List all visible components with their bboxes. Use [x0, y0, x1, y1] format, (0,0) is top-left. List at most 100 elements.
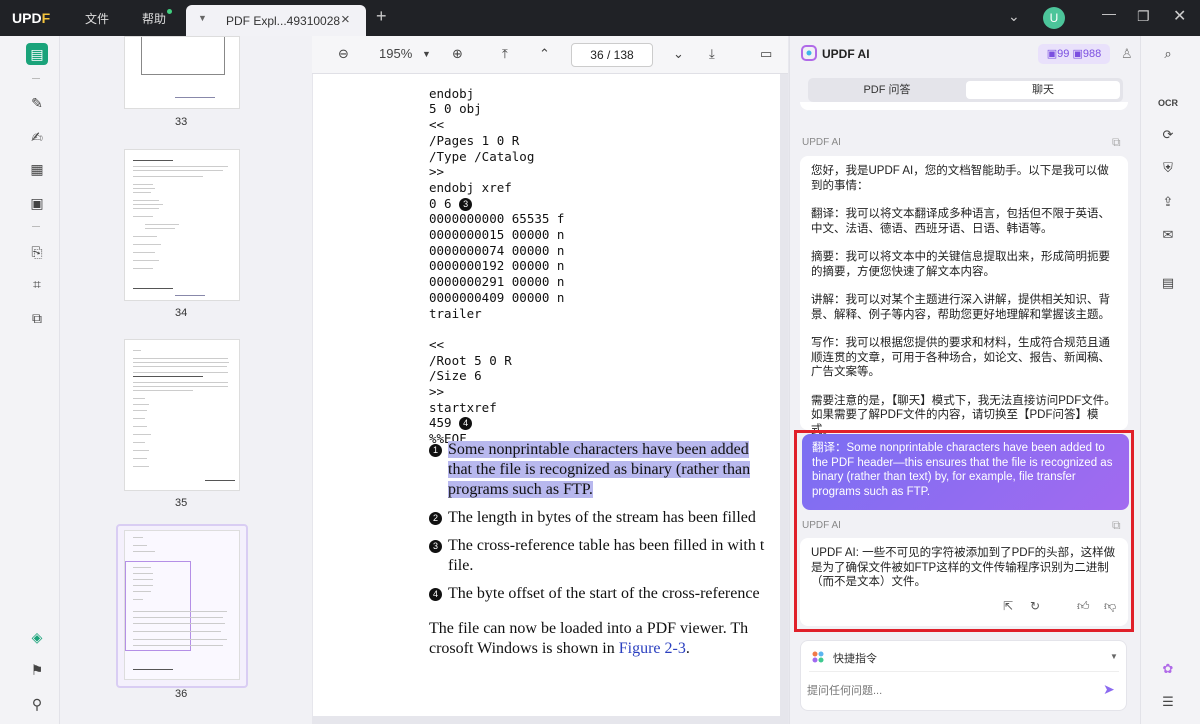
close-tab-icon[interactable]: ×: [341, 11, 350, 28]
page-thumbnail[interactable]: [124, 149, 240, 301]
code-line: endobj xref: [429, 179, 512, 195]
code-line: /Root 5 0 R: [429, 352, 512, 368]
new-tab-icon[interactable]: +: [376, 6, 387, 27]
notification-dot: [167, 9, 172, 14]
zoom-out-icon[interactable]: ⊖: [338, 46, 349, 62]
body-line[interactable]: Some nonprintable characters have been a…: [448, 440, 749, 460]
previous-message-edge: [800, 102, 1128, 110]
figure-link[interactable]: Figure 2-3: [619, 640, 686, 657]
body-line[interactable]: programs such as FTP.: [448, 480, 593, 500]
body-line[interactable]: that the file is recognized as binary (r…: [448, 460, 751, 480]
list-number-2: 2: [429, 508, 442, 528]
restore-icon[interactable]: ❐: [1137, 8, 1150, 25]
code-line: /Pages 1 0 R: [429, 132, 520, 148]
code-line: <<: [429, 117, 445, 133]
body-line: The cross-reference table has been fille…: [448, 537, 765, 554]
quick-command-label[interactable]: 快捷指令: [833, 650, 877, 666]
code-line: >>: [429, 384, 445, 400]
code-line: >>: [429, 164, 445, 180]
message-paragraph: 讲解：我可以对某个主题进行深入讲解，提供相关知识、背景、解释、例子等内容，帮助您…: [811, 294, 1110, 321]
attachment-icon[interactable]: ⚲: [26, 693, 48, 715]
code-line: 5 0 obj: [429, 101, 482, 117]
next-page-icon[interactable]: ⌄: [673, 46, 684, 62]
updf-ai-icon[interactable]: ✿: [1157, 658, 1179, 680]
list-number-3: 3: [429, 536, 442, 556]
layers-icon[interactable]: ◈: [26, 626, 48, 648]
copy-icon[interactable]: ⧉: [1112, 135, 1121, 150]
pin-icon[interactable]: ♙: [1121, 46, 1133, 62]
avatar[interactable]: U: [1043, 7, 1065, 29]
pdf-page: endobj 5 0 obj << /Pages 1 0 R /Type /Ca…: [313, 74, 780, 716]
zoom-dropdown-icon[interactable]: ▼: [422, 49, 431, 59]
zoom-level[interactable]: 195%: [379, 46, 412, 61]
document-tab[interactable]: ▼ PDF Expl...49310028 ×: [186, 5, 366, 36]
message-paragraph: 写作：我可以根据您提供的要求和材料，生成符合规范且通顺连贯的文章，可用于各种场合…: [811, 337, 1110, 378]
tab-title: PDF Expl...49310028: [226, 14, 341, 28]
close-window-icon[interactable]: ✕: [1173, 6, 1186, 26]
ocr-icon[interactable]: OCR: [1157, 92, 1179, 114]
comment-icon[interactable]: ☰: [1157, 691, 1179, 713]
updf-ai-logo-icon: [801, 45, 817, 61]
form-icon[interactable]: ▣: [26, 192, 48, 214]
highlight-annotation-box: [794, 430, 1134, 632]
ai-message: 您好，我是UPDF AI，您的文档智能助手。以下是我可以做到的事情： 翻译：我可…: [800, 156, 1128, 436]
reader-mode-icon[interactable]: ▤: [26, 43, 48, 65]
highlight-tool-icon[interactable]: ✎: [26, 92, 48, 114]
tab-pdf-qa[interactable]: PDF 问答: [810, 81, 964, 99]
menu-help[interactable]: 帮助: [142, 10, 166, 27]
code-line: /Size 6: [429, 368, 482, 384]
page-thumbnail-current[interactable]: [124, 530, 240, 680]
list-number-4: 4: [429, 584, 442, 604]
code-line: 0000000291 00000 n: [429, 274, 565, 290]
page-number: 36: [175, 688, 188, 700]
ai-title: UPDF AI: [822, 47, 870, 61]
send-icon[interactable]: ➤: [1103, 681, 1115, 698]
page-layout-icon[interactable]: ▦: [26, 158, 48, 180]
share-icon[interactable]: ⇪: [1157, 191, 1179, 213]
menu-file[interactable]: 文件: [85, 10, 109, 27]
convert-icon[interactable]: ⟳: [1157, 124, 1179, 146]
edit-pdf-icon[interactable]: ✍: [26, 126, 48, 148]
search-icon[interactable]: ⌕: [1157, 43, 1179, 65]
email-icon[interactable]: ✉: [1157, 224, 1179, 246]
code-line: startxref: [429, 399, 497, 415]
quick-command-icon: [812, 651, 824, 663]
tab-dropdown-icon[interactable]: ▼: [198, 13, 207, 23]
code-line: 0000000192 00000 n: [429, 258, 565, 274]
zoom-in-icon[interactable]: ⊕: [452, 46, 463, 62]
question-input[interactable]: [807, 681, 1087, 701]
previous-page-icon[interactable]: ⌃: [539, 46, 550, 62]
code-line: 0000000015 00000 n: [429, 227, 565, 243]
organize-pages-icon[interactable]: ⎘: [26, 241, 48, 263]
body-line: The byte offset of the start of the cros…: [448, 585, 760, 602]
code-line: <<: [429, 336, 445, 352]
code-line: trailer: [429, 305, 482, 321]
page-number-input[interactable]: 36 / 138: [571, 43, 653, 67]
crop-icon[interactable]: ⌗: [26, 273, 48, 295]
code-line: 0000000000 65535 f: [429, 211, 565, 227]
mode-switch: PDF 问答 聊天: [808, 78, 1123, 102]
left-toolbar: ▤ ✎ ✍ ▦ ▣ ⎘ ⌗ ⧉ ◈ ⚑ ⚲: [0, 36, 60, 724]
code-block: endobj 5 0 obj << /Pages 1 0 R /Type /Ca…: [429, 74, 564, 447]
body-line: The file can now be loaded into a PDF vi…: [429, 620, 749, 637]
bookmark-icon[interactable]: ⚑: [26, 659, 48, 681]
first-page-icon[interactable]: ⤒: [502, 46, 508, 62]
save-icon[interactable]: ▤: [1157, 272, 1179, 294]
page-thumbnail[interactable]: [124, 339, 240, 491]
body-line: crosoft Windows is shown in Figure 2-3.: [429, 640, 690, 657]
presentation-icon[interactable]: ▭: [760, 46, 772, 62]
tab-chat[interactable]: 聊天: [966, 81, 1120, 99]
page-thumbnail[interactable]: [124, 36, 240, 109]
message-paragraph: 翻译：我可以将文本翻译成多种语言，包括但不限于英语、中文、法语、德语、西班牙语、…: [811, 208, 1110, 235]
protect-icon[interactable]: ⛨: [1157, 157, 1179, 179]
minimize-icon[interactable]: —: [1102, 5, 1116, 21]
chevron-down-icon[interactable]: ⌄: [1008, 8, 1020, 25]
last-page-icon[interactable]: ⤓: [709, 46, 715, 62]
body-line: file.: [448, 557, 474, 574]
chevron-down-icon[interactable]: ▼: [1110, 652, 1118, 661]
ai-header: UPDF AI ▣99 ▣988 ♙: [790, 36, 1141, 72]
ai-sender-label: UPDF AI: [802, 137, 841, 148]
compare-icon[interactable]: ⧉: [26, 307, 48, 329]
credits-badge[interactable]: ▣99 ▣988: [1038, 44, 1110, 64]
code-line: 0000000409 00000 n: [429, 289, 565, 305]
